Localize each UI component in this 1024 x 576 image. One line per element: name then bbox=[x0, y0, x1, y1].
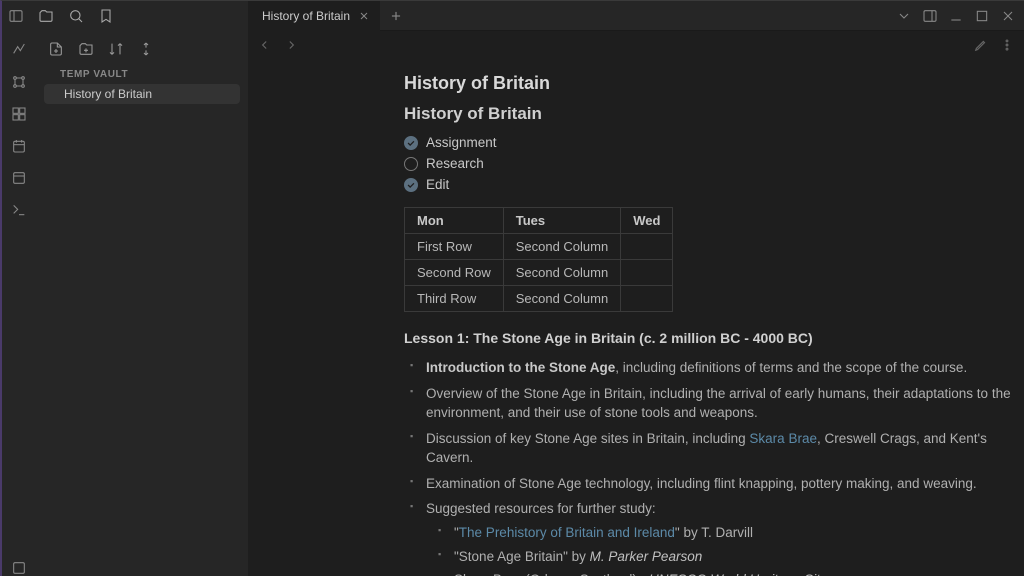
heading-2: History of Britain bbox=[404, 104, 1024, 124]
collapse-icon[interactable] bbox=[138, 41, 154, 57]
task-item: Research bbox=[404, 155, 1024, 172]
edit-mode-icon[interactable] bbox=[974, 38, 988, 52]
window-close-icon[interactable] bbox=[1000, 8, 1016, 24]
tab-history-of-britain[interactable]: History of Britain bbox=[248, 1, 380, 31]
table-cell: First Row bbox=[405, 234, 504, 260]
new-tab-button[interactable] bbox=[384, 4, 408, 28]
table-cell bbox=[621, 260, 673, 286]
list-item: Skara Brae (Orkney, Scotland) - UNESCO W… bbox=[454, 570, 1024, 576]
file-explorer: TEMP VAULT History of Britain bbox=[36, 31, 248, 576]
task-checkbox[interactable] bbox=[404, 136, 418, 150]
ribbon bbox=[2, 31, 36, 576]
schedule-table: MonTuesWed First RowSecond ColumnSecond … bbox=[404, 207, 673, 312]
vault-icon[interactable] bbox=[10, 559, 28, 576]
task-checkbox[interactable] bbox=[404, 178, 418, 192]
tab-bar: History of Britain bbox=[248, 1, 1024, 31]
list-item: "Stone Age Britain" by M. Parker Pearson bbox=[454, 547, 1024, 567]
task-item: Edit bbox=[404, 176, 1024, 193]
link-skara-brae[interactable]: Skara Brae bbox=[749, 431, 817, 446]
task-checkbox[interactable] bbox=[404, 157, 418, 171]
task-label: Edit bbox=[426, 177, 449, 192]
table-cell bbox=[621, 286, 673, 312]
daily-note-icon[interactable] bbox=[10, 137, 28, 155]
content-scroll[interactable]: History of Britain History of Britain As… bbox=[248, 59, 1024, 576]
nav-back-icon[interactable] bbox=[258, 38, 272, 52]
window-minimize-icon[interactable] bbox=[948, 8, 964, 24]
table-cell bbox=[621, 234, 673, 260]
list-item: "The Prehistory of Britain and Ireland" … bbox=[454, 523, 1024, 543]
list-item: Examination of Stone Age technology, inc… bbox=[426, 474, 1024, 494]
sidebar-toggle-icon[interactable] bbox=[8, 8, 24, 24]
more-icon[interactable] bbox=[1000, 38, 1014, 52]
table-cell: Second Column bbox=[503, 286, 621, 312]
table-header: Tues bbox=[503, 208, 621, 234]
nav-row bbox=[248, 31, 1024, 59]
template-icon[interactable] bbox=[10, 169, 28, 187]
lesson-title: Lesson 1: The Stone Age in Britain (c. 2… bbox=[404, 330, 1024, 346]
table-cell: Third Row bbox=[405, 286, 504, 312]
tab-title: History of Britain bbox=[262, 9, 350, 23]
page-title: History of Britain bbox=[404, 73, 1024, 94]
window-maximize-icon[interactable] bbox=[974, 8, 990, 24]
graph-icon[interactable] bbox=[10, 73, 28, 91]
table-row: Third RowSecond Column bbox=[405, 286, 673, 312]
table-row: First RowSecond Column bbox=[405, 234, 673, 260]
canvas-icon[interactable] bbox=[10, 105, 28, 123]
list-item: Suggested resources for further study: "… bbox=[426, 499, 1024, 576]
new-note-icon[interactable] bbox=[48, 41, 64, 57]
sidebar-right-icon[interactable] bbox=[922, 8, 938, 24]
tab-dropdown-icon[interactable] bbox=[896, 8, 912, 24]
command-icon[interactable] bbox=[10, 201, 28, 219]
table-header: Mon bbox=[405, 208, 504, 234]
nav-forward-icon[interactable] bbox=[284, 38, 298, 52]
list-item: Overview of the Stone Age in Britain, in… bbox=[426, 384, 1024, 423]
close-icon[interactable] bbox=[358, 10, 370, 22]
lesson-bullets: Introduction to the Stone Age, including… bbox=[404, 358, 1024, 576]
new-folder-icon[interactable] bbox=[78, 41, 94, 57]
table-row: Second RowSecond Column bbox=[405, 260, 673, 286]
search-icon[interactable] bbox=[68, 8, 84, 24]
table-cell: Second Column bbox=[503, 260, 621, 286]
list-item: Discussion of key Stone Age sites in Bri… bbox=[426, 429, 1024, 468]
editor-pane: History of Britain History of Britain bbox=[248, 31, 1024, 576]
table-header: Wed bbox=[621, 208, 673, 234]
files-icon[interactable] bbox=[38, 8, 54, 24]
table-cell: Second Row bbox=[405, 260, 504, 286]
link-prehistory-book[interactable]: The Prehistory of Britain and Ireland bbox=[459, 525, 675, 540]
bookmark-icon[interactable] bbox=[98, 8, 114, 24]
list-item: Introduction to the Stone Age, including… bbox=[426, 358, 1024, 378]
file-item-history-of-britain[interactable]: History of Britain bbox=[44, 84, 240, 104]
quick-switcher-icon[interactable] bbox=[10, 41, 28, 59]
sort-icon[interactable] bbox=[108, 41, 124, 57]
vault-name: TEMP VAULT bbox=[40, 67, 244, 84]
task-item: Assignment bbox=[404, 134, 1024, 151]
task-label: Research bbox=[426, 156, 484, 171]
task-label: Assignment bbox=[426, 135, 497, 150]
table-cell: Second Column bbox=[503, 234, 621, 260]
